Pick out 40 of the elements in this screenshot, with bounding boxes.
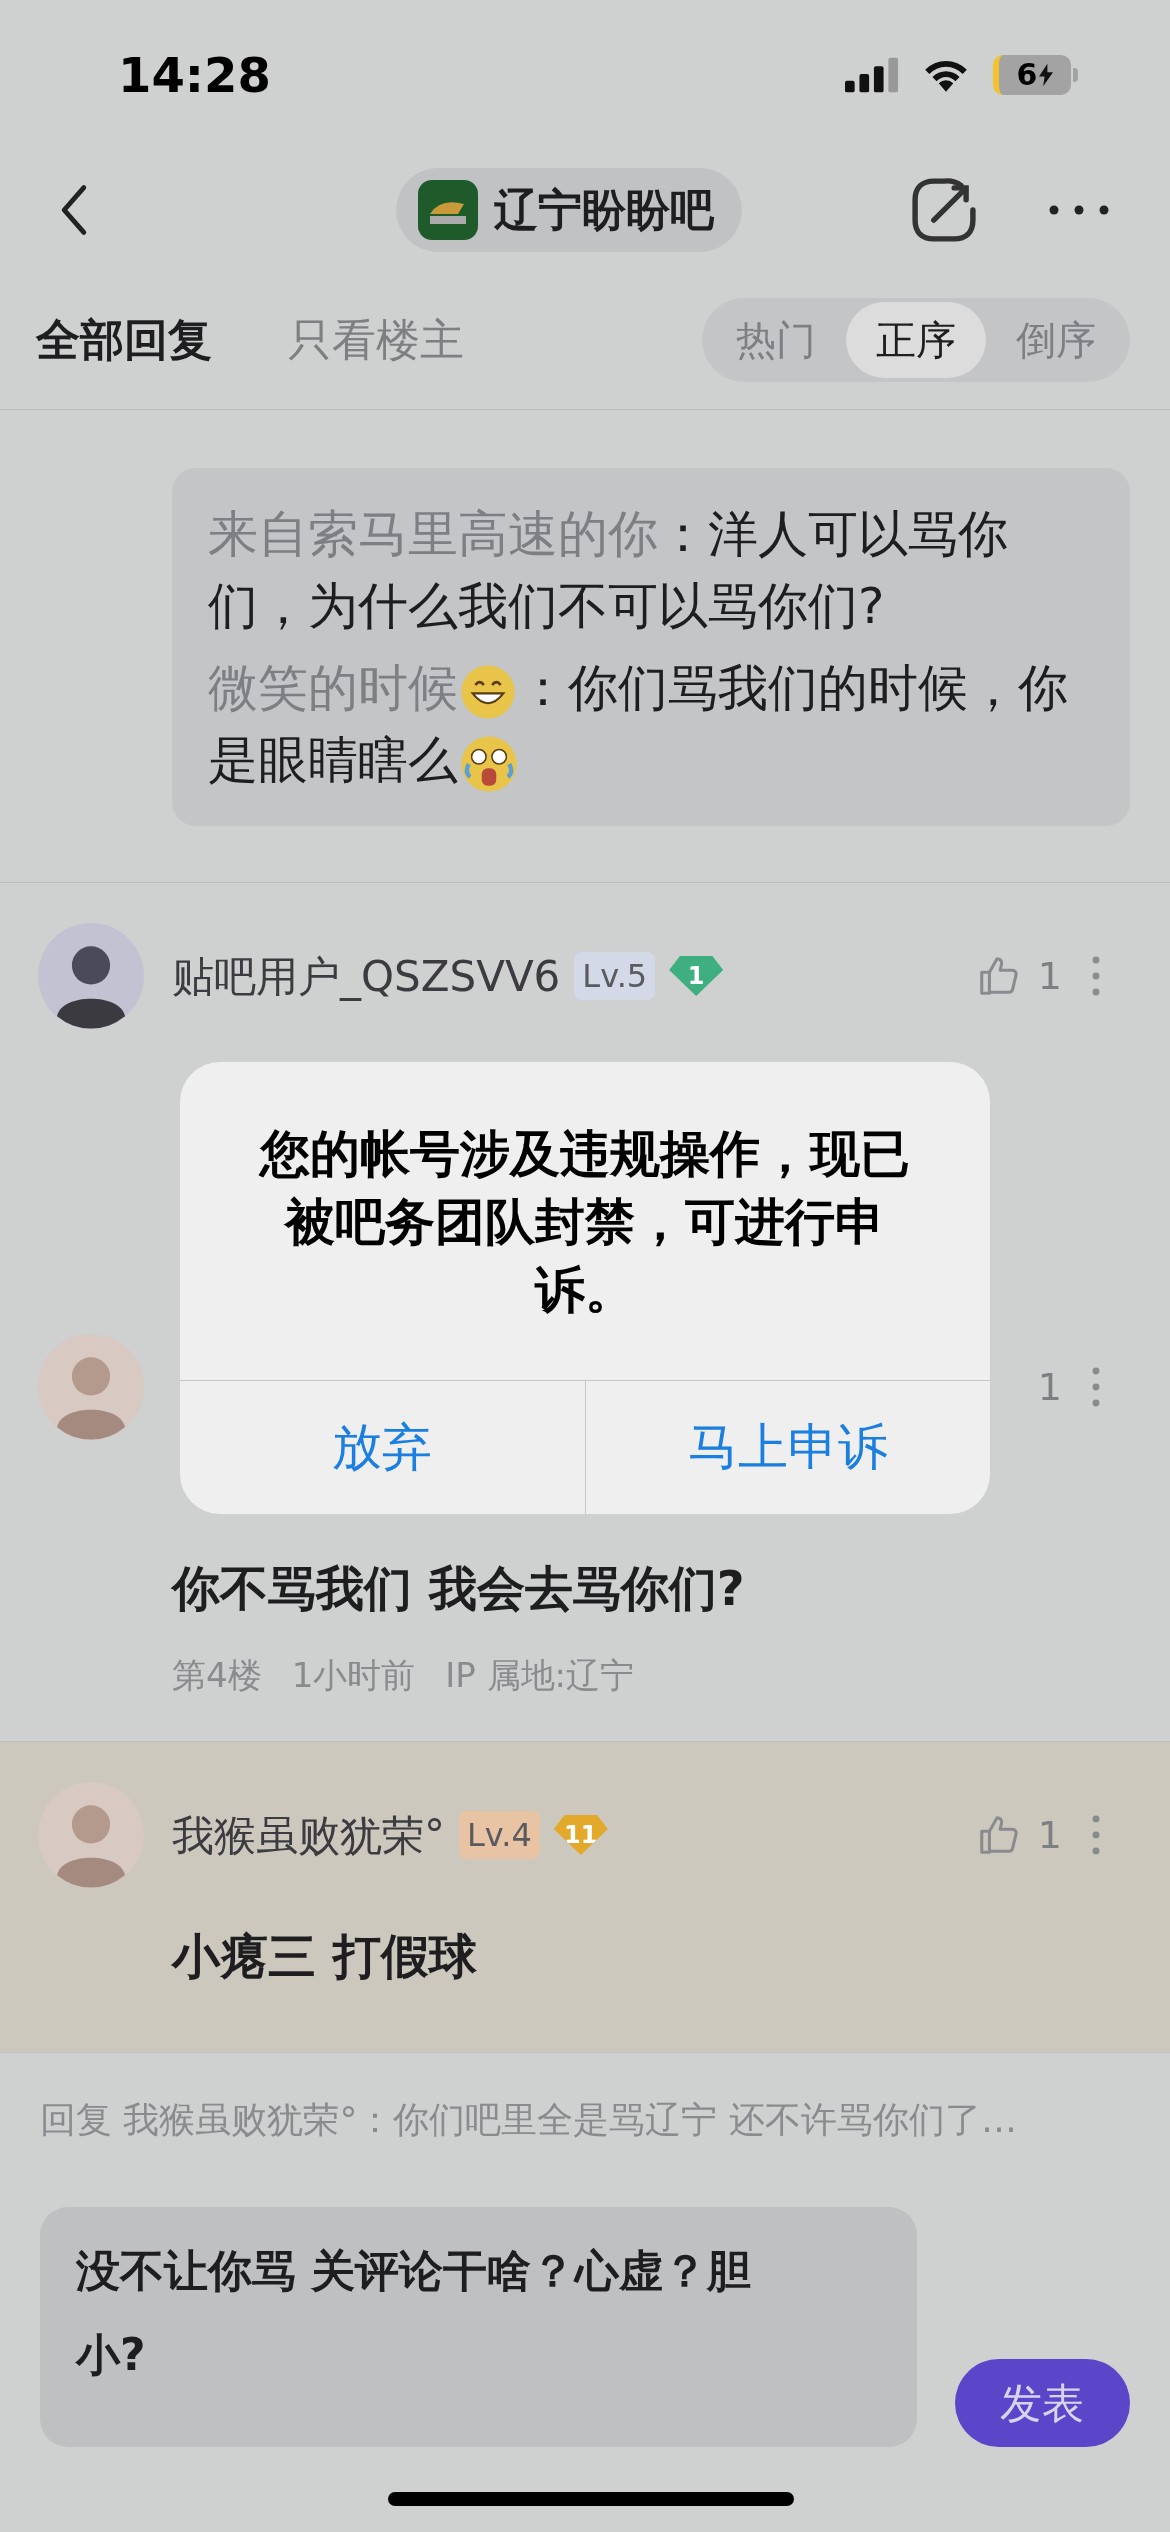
comment-meta: IP 属地:辽宁 [445, 1654, 635, 1697]
gem-badge: 11 [553, 1815, 608, 1855]
reply-filter-tab[interactable]: 全部回复 [36, 306, 212, 373]
gem-badge: 1 [669, 956, 724, 996]
comment-meta: 1小时前 [291, 1654, 416, 1697]
charging-bolt-icon [1039, 63, 1054, 87]
level-badge: Lv.5 [574, 952, 656, 1000]
like-count: 1 [1037, 1363, 1062, 1411]
comment-text: 小瘪三 打假球 [172, 1927, 478, 1986]
more-icon[interactable] [1048, 205, 1110, 215]
signal-icon [845, 57, 899, 93]
reply-input-field[interactable]: 没不让你骂 关评论干啥？心虚？胆小? [40, 2207, 917, 2447]
more-options-icon[interactable] [1092, 1815, 1100, 1855]
alert-button[interactable]: 马上申诉 [584, 1381, 990, 1514]
forum-name: 辽宁盼盼吧 [494, 183, 714, 237]
comment-meta: 第4楼 [172, 1654, 262, 1697]
send-button[interactable]: 发表 [954, 2359, 1130, 2447]
like-count: 1 [1037, 952, 1062, 1000]
scared-emoji-icon [460, 734, 518, 793]
forum-logo-icon [418, 180, 478, 240]
reply-target: 回复 我猴虽败犹荣°：你们吧里全是骂辽宁 还不许骂你们了… [40, 2098, 1018, 2142]
sort-option[interactable]: 正序 [846, 301, 986, 378]
share-icon[interactable] [910, 176, 978, 244]
username[interactable]: 我猴虽败犹荣° [172, 1803, 445, 1867]
alert-message: 您的帐号涉及违规操作，现已被吧务团队封禁，可进行申诉。 [257, 1124, 911, 1321]
forum-chip[interactable]: 辽宁盼盼吧 [396, 168, 742, 252]
like-count: 1 [1037, 1811, 1062, 1859]
avatar-icon[interactable] [38, 923, 144, 1029]
quoted-reply[interactable]: 来自索马里高速的你：洋人可以骂你们，为什么我们不可以骂你们? [208, 498, 1094, 642]
battery-level: 6 [1016, 60, 1038, 90]
battery-tip [1073, 68, 1078, 82]
comment-text: 你不骂我们 我会去骂你们? [172, 1559, 746, 1618]
quoted-reply[interactable]: 微笑的时候 ：你们骂我们的时候，你是眼睛瞎么 [208, 652, 1094, 796]
username[interactable]: 贴吧用户_QSZSVV6 [172, 944, 561, 1008]
alert-button[interactable]: 放弃 [180, 1381, 585, 1514]
level-badge: Lv.4 [459, 1811, 540, 1859]
grinning-emoji-icon [460, 663, 516, 720]
more-options-icon[interactable] [1092, 956, 1100, 996]
more-options-icon[interactable] [1092, 1367, 1100, 1407]
status-time: 14:28 [118, 46, 271, 105]
